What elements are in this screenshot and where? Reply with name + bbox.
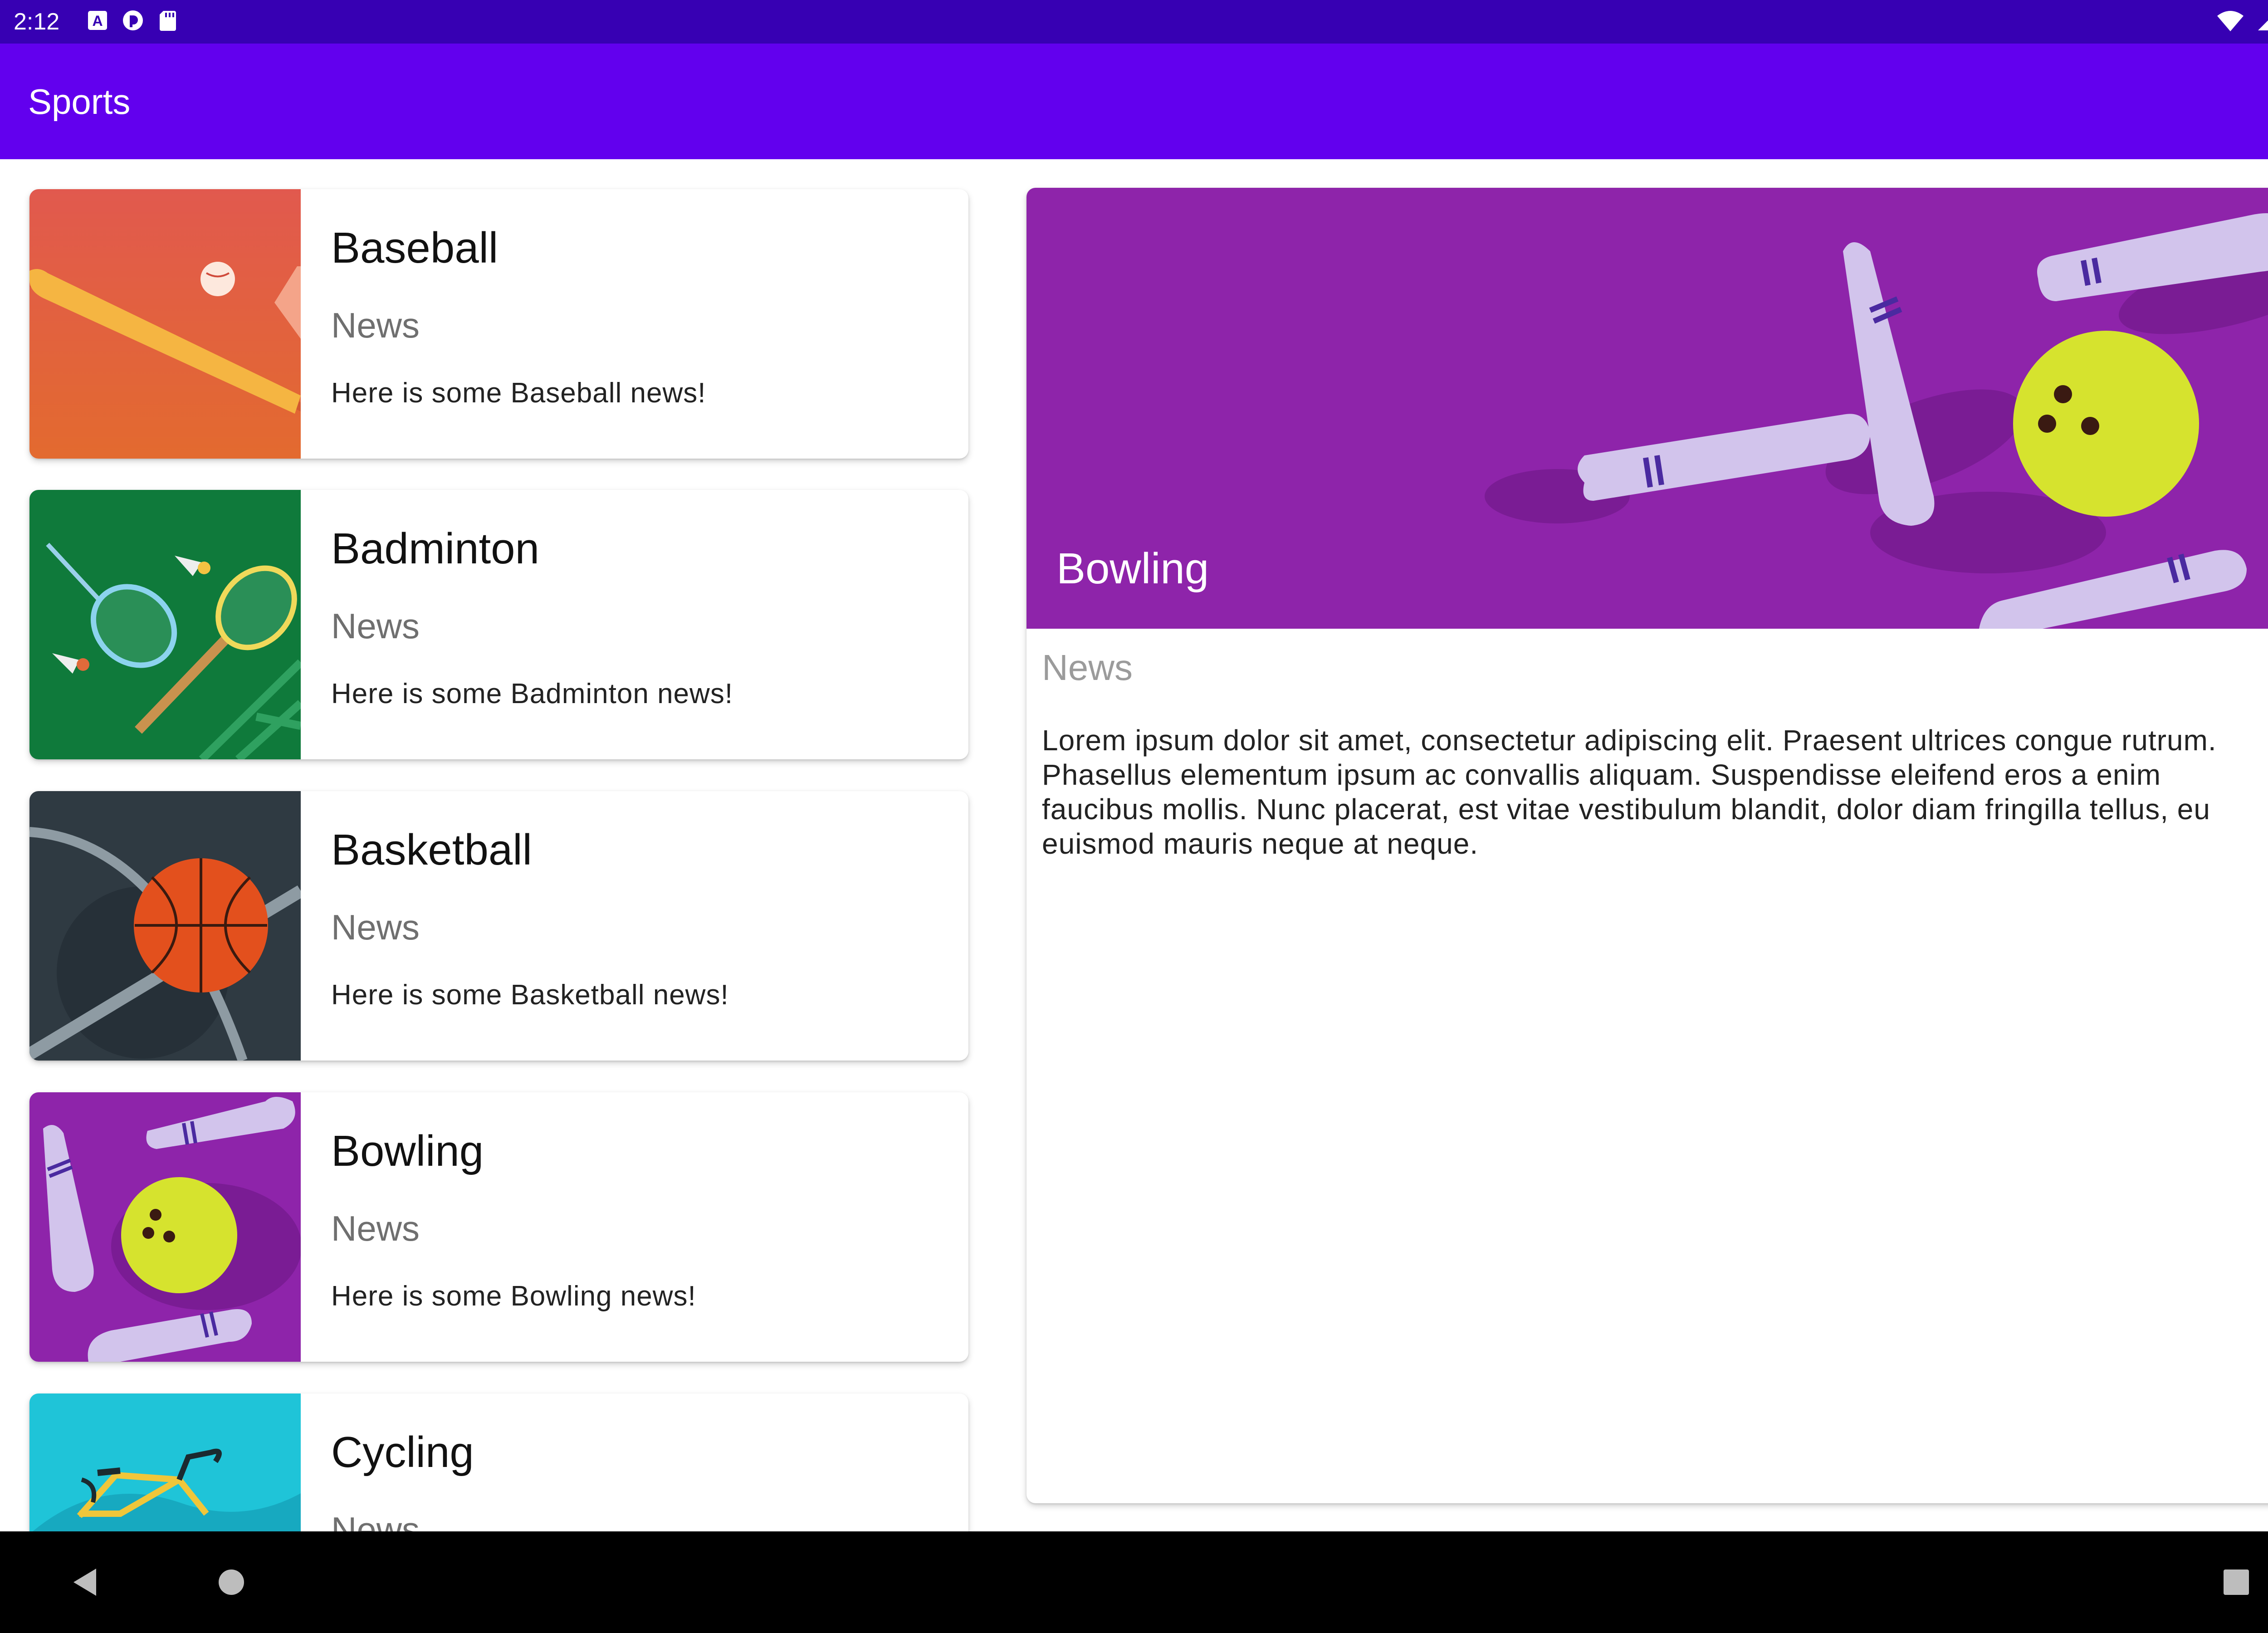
sport-subtitle: News (331, 305, 420, 345)
bowling-image (29, 1092, 301, 1362)
wifi-icon (2217, 11, 2244, 31)
sport-subtitle: News (331, 1510, 420, 1531)
sport-title: Cycling (331, 1428, 474, 1477)
sport-card-badminton[interactable]: Badminton News Here is some Badminton ne… (29, 490, 968, 759)
sport-news-text: Here is some Bowling news! (331, 1281, 696, 1312)
cycling-image (29, 1393, 301, 1531)
sport-news-text: Here is some Baseball news! (331, 377, 706, 409)
sd-card-icon (160, 11, 176, 31)
basketball-image (29, 791, 301, 1061)
sport-title: Bowling (331, 1127, 484, 1175)
status-time: 2:12 (14, 9, 60, 35)
recents-icon[interactable] (2218, 1564, 2254, 1600)
home-icon[interactable] (213, 1564, 249, 1600)
sport-detail: Bowling News Lorem ipsum dolor sit amet,… (1026, 188, 2268, 1503)
sport-subtitle: News (331, 907, 420, 947)
notification-icons: A (86, 9, 180, 32)
a-notification-icon: A (88, 11, 107, 30)
detail-title: Bowling (1056, 544, 1209, 593)
status-bar: 2:12 A (0, 0, 2268, 44)
signal-icon (2258, 20, 2268, 30)
back-icon[interactable] (68, 1564, 104, 1600)
sports-list[interactable]: Baseball News Here is some Baseball news… (0, 159, 998, 1531)
sport-title: Badminton (331, 524, 539, 573)
detail-subtitle: News (1042, 647, 1133, 688)
bowling-hero-image (1026, 188, 2268, 629)
sport-card-cycling[interactable]: Cycling News (29, 1393, 968, 1531)
sport-card-bowling[interactable]: Bowling News Here is some Bowling news! (29, 1092, 968, 1362)
badminton-image (29, 490, 301, 759)
app-bar: Sports (0, 44, 2268, 159)
sport-title: Basketball (331, 826, 532, 874)
navigation-bar (0, 1531, 2268, 1633)
sport-news-text: Here is some Basketball news! (331, 979, 729, 1011)
messenger-icon (123, 10, 143, 30)
system-icons (2216, 8, 2268, 34)
detail-body: Lorem ipsum dolor sit amet, consectetur … (1042, 724, 2217, 860)
sport-news-text: Here is some Badminton news! (331, 678, 733, 709)
svg-text:A: A (92, 13, 103, 29)
sport-subtitle: News (331, 1208, 420, 1248)
sport-title: Baseball (331, 224, 499, 272)
sport-card-basketball[interactable]: Basketball News Here is some Basketball … (29, 791, 968, 1061)
sport-subtitle: News (331, 606, 420, 646)
app-title: Sports (28, 82, 131, 122)
sport-card-baseball[interactable]: Baseball News Here is some Baseball news… (29, 189, 968, 459)
baseball-image (29, 189, 301, 459)
